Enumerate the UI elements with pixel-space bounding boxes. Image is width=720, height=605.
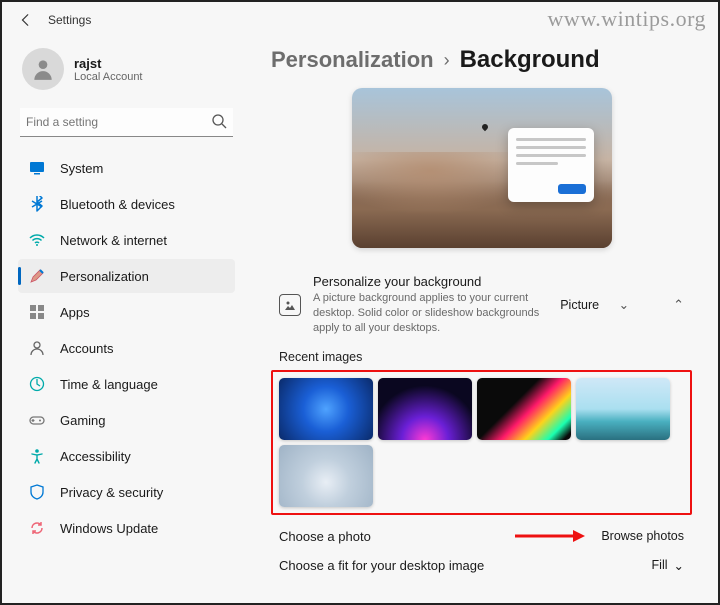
- chevron-up-icon[interactable]: ⌃: [673, 297, 684, 313]
- main-content: Personalization › Background Personalize…: [247, 38, 718, 603]
- clock-globe-icon: [28, 375, 46, 393]
- update-icon: [28, 519, 46, 537]
- bluetooth-icon: [28, 195, 46, 213]
- background-type-select[interactable]: Picture ⌄: [560, 297, 645, 312]
- accessibility-icon: [28, 447, 46, 465]
- chevron-down-icon: ⌄: [674, 558, 684, 573]
- search-input[interactable]: [20, 108, 233, 137]
- recent-images-highlight: [271, 370, 692, 515]
- recent-images-label: Recent images: [279, 350, 692, 364]
- sidebar-item-personalization[interactable]: Personalization: [18, 259, 235, 293]
- recent-image-thumb[interactable]: [279, 445, 373, 507]
- sidebar-item-bluetooth[interactable]: Bluetooth & devices: [18, 187, 235, 221]
- page-title: Background: [460, 46, 600, 74]
- user-name: rajst: [74, 56, 143, 71]
- sidebar-item-label: Bluetooth & devices: [60, 197, 175, 212]
- gaming-icon: [28, 411, 46, 429]
- apps-icon: [28, 303, 46, 321]
- sidebar-item-label: Gaming: [60, 413, 106, 428]
- sidebar-item-gaming[interactable]: Gaming: [18, 403, 235, 437]
- arrow-annotation: [515, 529, 585, 543]
- setting-title: Personalize your background: [313, 274, 548, 289]
- breadcrumb: Personalization › Background: [271, 46, 692, 74]
- sidebar-item-apps[interactable]: Apps: [18, 295, 235, 329]
- picture-icon: [279, 294, 301, 316]
- sidebar-item-label: Apps: [60, 305, 90, 320]
- arrow-left-icon: [19, 13, 33, 27]
- user-sub: Local Account: [74, 71, 143, 83]
- chevron-down-icon: ⌄: [619, 298, 629, 312]
- fit-select[interactable]: Fill ⌄: [652, 558, 684, 573]
- sidebar-item-network[interactable]: Network & internet: [18, 223, 235, 257]
- app-title: Settings: [48, 13, 91, 27]
- wifi-icon: [28, 231, 46, 249]
- sidebar-item-time[interactable]: Time & language: [18, 367, 235, 401]
- sidebar-item-label: Privacy & security: [60, 485, 163, 500]
- back-button[interactable]: [12, 6, 40, 34]
- sidebar-item-label: Time & language: [60, 377, 158, 392]
- sidebar-item-accessibility[interactable]: Accessibility: [18, 439, 235, 473]
- system-icon: [28, 159, 46, 177]
- accounts-icon: [28, 339, 46, 357]
- sidebar-item-label: Accessibility: [60, 449, 131, 464]
- recent-image-thumb[interactable]: [378, 378, 472, 440]
- choose-fit-label: Choose a fit for your desktop image: [279, 558, 640, 573]
- user-block[interactable]: rajst Local Account: [18, 42, 235, 102]
- browse-photos-button[interactable]: Browse photos: [601, 529, 684, 543]
- avatar: [22, 48, 64, 90]
- choose-photo-label: Choose a photo: [279, 529, 503, 544]
- recent-image-thumb[interactable]: [477, 378, 571, 440]
- recent-image-thumb[interactable]: [576, 378, 670, 440]
- sidebar-item-update[interactable]: Windows Update: [18, 511, 235, 545]
- chevron-right-icon: ›: [444, 50, 450, 71]
- paintbrush-icon: [28, 267, 46, 285]
- search-icon: [211, 113, 227, 129]
- person-icon: [30, 56, 56, 82]
- sidebar-item-accounts[interactable]: Accounts: [18, 331, 235, 365]
- sidebar: rajst Local Account System Bluetooth & d…: [2, 38, 247, 603]
- sidebar-item-system[interactable]: System: [18, 151, 235, 185]
- sidebar-item-label: Windows Update: [60, 521, 158, 536]
- sidebar-item-label: System: [60, 161, 103, 176]
- sidebar-item-label: Personalization: [60, 269, 149, 284]
- setting-desc: A picture background applies to your cur…: [313, 291, 548, 336]
- shield-icon: [28, 483, 46, 501]
- personalize-background-row[interactable]: Personalize your background A picture ba…: [271, 266, 692, 344]
- sidebar-item-label: Network & internet: [60, 233, 167, 248]
- sidebar-item-label: Accounts: [60, 341, 113, 356]
- sidebar-item-privacy[interactable]: Privacy & security: [18, 475, 235, 509]
- recent-image-thumb[interactable]: [279, 378, 373, 440]
- breadcrumb-parent[interactable]: Personalization: [271, 47, 434, 73]
- desktop-preview: [352, 88, 612, 248]
